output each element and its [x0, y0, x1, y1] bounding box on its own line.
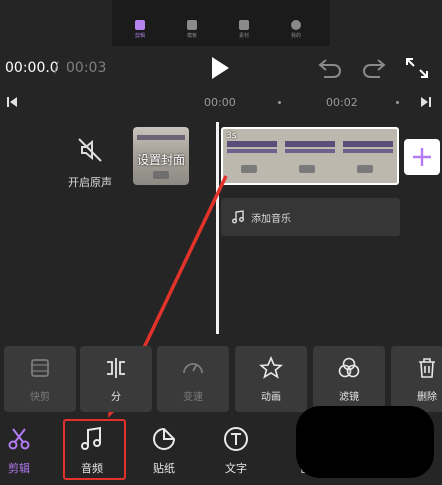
timeline-ruler: 00:00 00:02 [0, 90, 442, 114]
media-icon [239, 20, 249, 30]
tool-label: 动画 [261, 392, 281, 403]
undo-button[interactable] [316, 56, 344, 78]
bottom-nav-edit[interactable]: 剪辑 [0, 424, 44, 478]
total-time: 00:03 [66, 60, 107, 76]
play-icon [212, 57, 229, 79]
speaker-muted-icon [78, 138, 102, 162]
jump-to-start-button[interactable] [6, 96, 18, 108]
top-tab-label: 素材 [238, 33, 249, 39]
time-separator: / [54, 60, 59, 76]
ruler-tick-dot [396, 101, 399, 104]
clip-duration: 3s [226, 131, 237, 141]
tool-label: 滤镜 [339, 392, 359, 403]
set-cover-button[interactable]: 设置封面 [133, 127, 189, 185]
original-sound-label: 开启原声 [68, 176, 112, 189]
redaction-overlay [296, 406, 434, 478]
cover-thumbnail-detail [153, 171, 169, 179]
redo-button[interactable] [360, 56, 388, 78]
player-controls: 00:00.0 / 00:03 [0, 50, 442, 84]
split-icon [107, 358, 125, 378]
fullscreen-button[interactable] [404, 56, 430, 80]
bottom-nav-sticker[interactable]: 贴纸 [139, 424, 189, 478]
ruler-tick-label: 00:00 [204, 96, 236, 109]
tool-delete[interactable]: 删除 [391, 346, 442, 412]
top-tab-edit[interactable]: 剪辑 [120, 20, 160, 39]
tool-label: 变速 [183, 392, 203, 403]
clip-frame [339, 129, 397, 183]
add-clip-button[interactable] [404, 139, 440, 175]
add-music-label: 添加音乐 [251, 214, 291, 225]
video-clip[interactable]: 3s [221, 127, 399, 185]
playhead[interactable] [216, 122, 219, 334]
top-tab-label: 剪辑 [134, 33, 145, 39]
cover-thumbnail-detail [137, 135, 185, 140]
template-icon [187, 20, 197, 30]
top-tab-template[interactable]: 模板 [172, 20, 212, 39]
profile-icon [291, 20, 301, 30]
bottom-nav-label: 贴纸 [153, 462, 175, 475]
top-tab-label: 模板 [186, 33, 197, 39]
jump-to-end-button[interactable] [420, 96, 432, 108]
sticker-icon [153, 427, 176, 450]
scissors-icon [8, 428, 30, 450]
top-tab-label: 我的 [290, 33, 301, 39]
clip-frame [281, 129, 339, 183]
top-tab-profile[interactable]: 我的 [276, 20, 316, 39]
music-note-icon [232, 210, 244, 224]
redo-icon [363, 59, 386, 78]
current-time: 00:00.0 [5, 60, 59, 76]
ruler-tick-dot [278, 101, 281, 104]
tool-label: 删除 [417, 392, 437, 403]
animation-star-icon [259, 356, 283, 379]
tool-label: 快剪 [30, 392, 50, 403]
tool-speed[interactable]: 变速 [157, 346, 229, 412]
speed-icon [183, 363, 203, 374]
filter-icon [338, 357, 360, 378]
add-music-track[interactable]: 添加音乐 [221, 198, 400, 236]
text-icon [224, 427, 248, 451]
original-sound-toggle[interactable]: 开启原声 [58, 136, 122, 190]
tool-animation[interactable]: 动画 [235, 346, 307, 412]
play-button[interactable] [205, 54, 233, 82]
top-tab-media[interactable]: 素材 [224, 20, 264, 39]
tool-filter[interactable]: 滤镜 [313, 346, 385, 412]
cover-label: 设置封面 [136, 153, 185, 167]
skip-start-icon [7, 97, 17, 107]
quick-cut-icon [31, 359, 49, 377]
fullscreen-icon [406, 58, 428, 78]
ruler-tick-label: 00:02 [326, 96, 358, 109]
tool-label: 分 [111, 392, 121, 403]
scissors-icon [135, 20, 145, 30]
trash-icon [419, 358, 435, 378]
bottom-nav-label: 文字 [225, 462, 247, 475]
undo-icon [318, 59, 341, 78]
top-tab-strip: 剪辑 模板 素材 我的 [112, 0, 330, 46]
skip-end-icon [421, 97, 431, 107]
plus-icon [413, 148, 431, 166]
tool-quick-cut[interactable]: 快剪 [4, 346, 76, 412]
bottom-nav-label: 剪辑 [8, 462, 30, 475]
bottom-nav-text[interactable]: 文字 [211, 424, 261, 478]
tool-split[interactable]: 分 [80, 346, 152, 412]
highlight-box [63, 419, 126, 480]
